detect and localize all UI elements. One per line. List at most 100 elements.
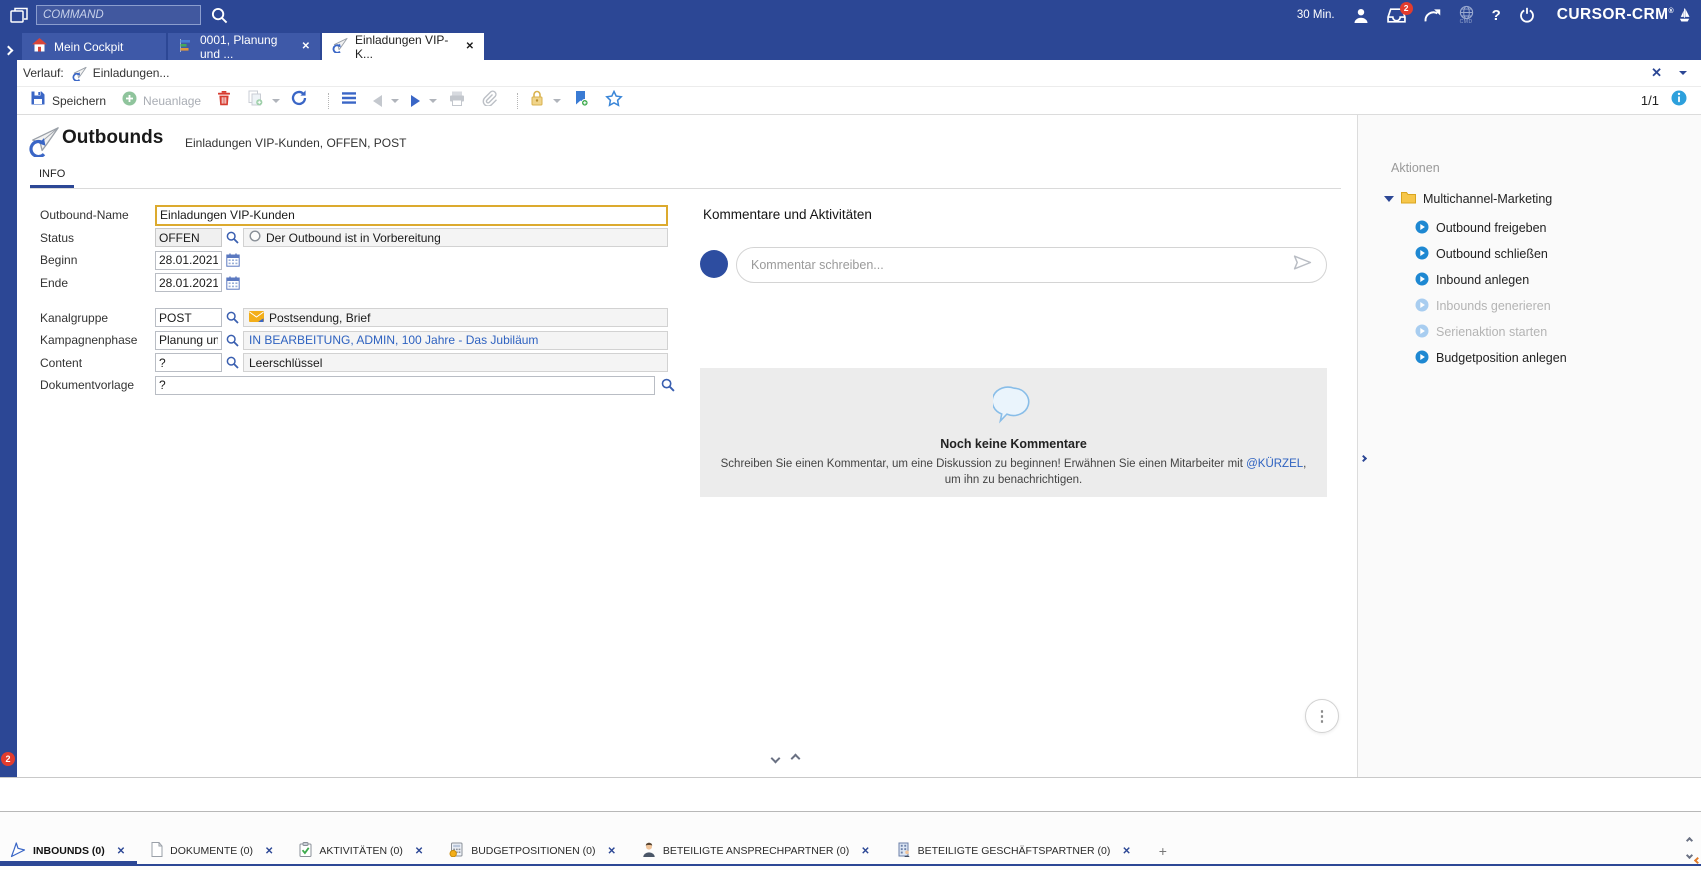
info-icon[interactable] bbox=[1671, 90, 1687, 111]
lookup-search-icon[interactable] bbox=[226, 231, 239, 244]
tree-collapse-icon[interactable] bbox=[1384, 196, 1394, 202]
next-dropdown-icon[interactable] bbox=[429, 99, 437, 103]
scroll-up-icon[interactable] bbox=[1686, 837, 1693, 844]
close-icon[interactable]: ✕ bbox=[415, 846, 423, 857]
history-dropdown-icon[interactable] bbox=[1679, 71, 1687, 75]
action-outbound-freigeben[interactable]: Outbound freigeben bbox=[1415, 219, 1567, 237]
action-inbound-anlegen[interactable]: Inbound anlegen bbox=[1415, 271, 1567, 289]
inbox-tray-icon[interactable]: 2 bbox=[1387, 8, 1406, 23]
mention-link[interactable]: @KÜRZEL bbox=[1246, 458, 1303, 470]
arrow-left-icon bbox=[373, 95, 382, 107]
help-icon[interactable]: ? bbox=[1492, 7, 1501, 24]
kampagnenphase-input[interactable] bbox=[155, 331, 222, 350]
close-history-icon[interactable]: ✕ bbox=[1651, 65, 1662, 81]
close-icon[interactable]: ✕ bbox=[607, 846, 615, 857]
close-icon[interactable]: ✕ bbox=[117, 846, 125, 857]
comment-input-wrapper bbox=[736, 247, 1327, 283]
field-label: Ende bbox=[40, 276, 155, 290]
lookup-search-icon[interactable] bbox=[226, 334, 239, 347]
toolbar-separator bbox=[517, 93, 518, 109]
outbound-name-input[interactable] bbox=[155, 205, 668, 226]
calendar-icon[interactable] bbox=[226, 276, 240, 290]
lock-button[interactable] bbox=[530, 90, 561, 111]
previous-dropdown-icon[interactable] bbox=[391, 99, 399, 103]
kanalgruppe-input[interactable] bbox=[155, 308, 222, 327]
calendar-icon[interactable] bbox=[226, 253, 240, 267]
left-dock-strip[interactable] bbox=[0, 60, 17, 777]
horizontal-splitter[interactable] bbox=[0, 777, 1701, 812]
form-row-kanalgruppe: Kanalgruppe Postsendung, Brief bbox=[40, 308, 668, 328]
copy-dropdown-icon[interactable] bbox=[272, 99, 280, 103]
lookup-search-icon[interactable] bbox=[661, 378, 675, 392]
bookmark-button[interactable] bbox=[573, 90, 589, 112]
send-icon[interactable] bbox=[1293, 255, 1312, 275]
close-icon[interactable]: ✕ bbox=[1122, 846, 1130, 857]
window-stack-icon[interactable] bbox=[10, 7, 28, 23]
action-outbound-schliessen[interactable]: Outbound schließen bbox=[1415, 245, 1567, 263]
close-icon[interactable]: ✕ bbox=[861, 846, 869, 857]
print-button[interactable] bbox=[449, 91, 465, 111]
content-input[interactable] bbox=[155, 353, 222, 372]
user-icon[interactable] bbox=[1353, 8, 1369, 23]
close-icon[interactable]: ✕ bbox=[302, 41, 310, 52]
tab-beteiligte-geschaeftspartner[interactable]: BETEILIGTE GESCHÄFTSPARTNER (0) ✕ bbox=[896, 836, 1131, 866]
save-button[interactable]: Speichern bbox=[30, 90, 106, 111]
status-input[interactable] bbox=[155, 228, 222, 247]
ende-date-input[interactable] bbox=[155, 273, 222, 292]
close-icon[interactable]: ✕ bbox=[466, 41, 474, 52]
clipboard-check-icon bbox=[299, 842, 312, 860]
collapse-down-icon[interactable] bbox=[771, 754, 781, 764]
tab-beteiligte-ansprechpartner[interactable]: BETEILIGTE ANSPRECHPARTNER (0) ✕ bbox=[642, 836, 870, 866]
expand-up-icon[interactable] bbox=[791, 754, 801, 764]
tabs-overflow-chevron-icon[interactable] bbox=[5, 41, 12, 59]
lookup-search-icon[interactable] bbox=[226, 356, 239, 369]
tab-dokumente[interactable]: DOKUMENTE (0) ✕ bbox=[151, 836, 273, 866]
tab-inbounds[interactable]: INBOUNDS (0) ✕ bbox=[10, 836, 125, 866]
search-icon[interactable] bbox=[211, 7, 228, 24]
sidebar-expand-chevron-icon[interactable] bbox=[1361, 448, 1366, 466]
attachment-button[interactable] bbox=[481, 90, 497, 111]
action-serienaktion-starten: Serienaktion starten bbox=[1415, 323, 1567, 341]
more-options-button[interactable]: ⋮ bbox=[1305, 699, 1339, 733]
history-entry[interactable]: Einladungen... bbox=[93, 66, 170, 80]
copy-record-button[interactable] bbox=[247, 90, 280, 111]
lock-dropdown-icon[interactable] bbox=[553, 99, 561, 103]
kampagnenphase-link[interactable]: IN BEARBEITUNG, ADMIN, 100 Jahre - Das J… bbox=[249, 333, 538, 347]
folder-icon bbox=[1400, 191, 1417, 207]
dock-notification-badge[interactable]: 2 bbox=[1, 752, 15, 766]
tab-budgetpositionen[interactable]: BUDGETPOSITIONEN (0) ✕ bbox=[449, 836, 616, 866]
tab-outbound-active[interactable]: Einladungen VIP-K... ✕ bbox=[322, 33, 484, 60]
command-input[interactable] bbox=[36, 5, 201, 25]
refresh-button[interactable] bbox=[290, 89, 308, 112]
tab-label: Einladungen VIP-K... bbox=[355, 33, 455, 61]
tab-kampagne[interactable]: 0001, Planung und ... ✕ bbox=[168, 33, 320, 60]
dokumentvorlage-input[interactable] bbox=[155, 376, 655, 395]
beginn-date-input[interactable] bbox=[155, 251, 222, 270]
lookup-search-icon[interactable] bbox=[226, 311, 239, 324]
close-icon[interactable]: ✕ bbox=[265, 846, 273, 857]
tab-info[interactable]: INFO bbox=[30, 163, 74, 188]
globe-icon[interactable]: CMD bbox=[1459, 5, 1474, 25]
comment-input[interactable] bbox=[751, 258, 1293, 272]
add-tab-button[interactable]: + bbox=[1159, 843, 1167, 859]
next-record-button[interactable] bbox=[411, 95, 437, 107]
new-record-button[interactable]: Neuanlage bbox=[122, 91, 201, 111]
scroll-down-icon[interactable] bbox=[1686, 852, 1693, 859]
tab-scroll-controls bbox=[1687, 838, 1692, 858]
favorite-button[interactable] bbox=[605, 90, 623, 112]
action-inbounds-generieren: Inbounds generieren bbox=[1415, 297, 1567, 315]
notification-badge: 2 bbox=[1400, 2, 1413, 15]
tab-mein-cockpit[interactable]: Mein Cockpit bbox=[22, 33, 166, 60]
logout-power-icon[interactable] bbox=[1519, 7, 1535, 23]
play-circle-icon bbox=[1415, 220, 1429, 237]
actions-group[interactable]: Multichannel-Marketing bbox=[1384, 191, 1552, 207]
tab-aktivitaeten[interactable]: AKTIVITÄTEN (0) ✕ bbox=[299, 836, 423, 866]
redo-arrow-icon[interactable] bbox=[1424, 8, 1441, 23]
action-budgetposition-anlegen[interactable]: Budgetposition anlegen bbox=[1415, 349, 1567, 367]
play-circle-icon bbox=[1415, 324, 1429, 341]
delete-button[interactable] bbox=[217, 90, 231, 111]
menu-button[interactable] bbox=[341, 91, 357, 110]
panel-edge-chevron-icon[interactable] bbox=[1695, 850, 1700, 868]
play-circle-icon bbox=[1415, 272, 1429, 289]
previous-record-button[interactable] bbox=[373, 95, 399, 107]
